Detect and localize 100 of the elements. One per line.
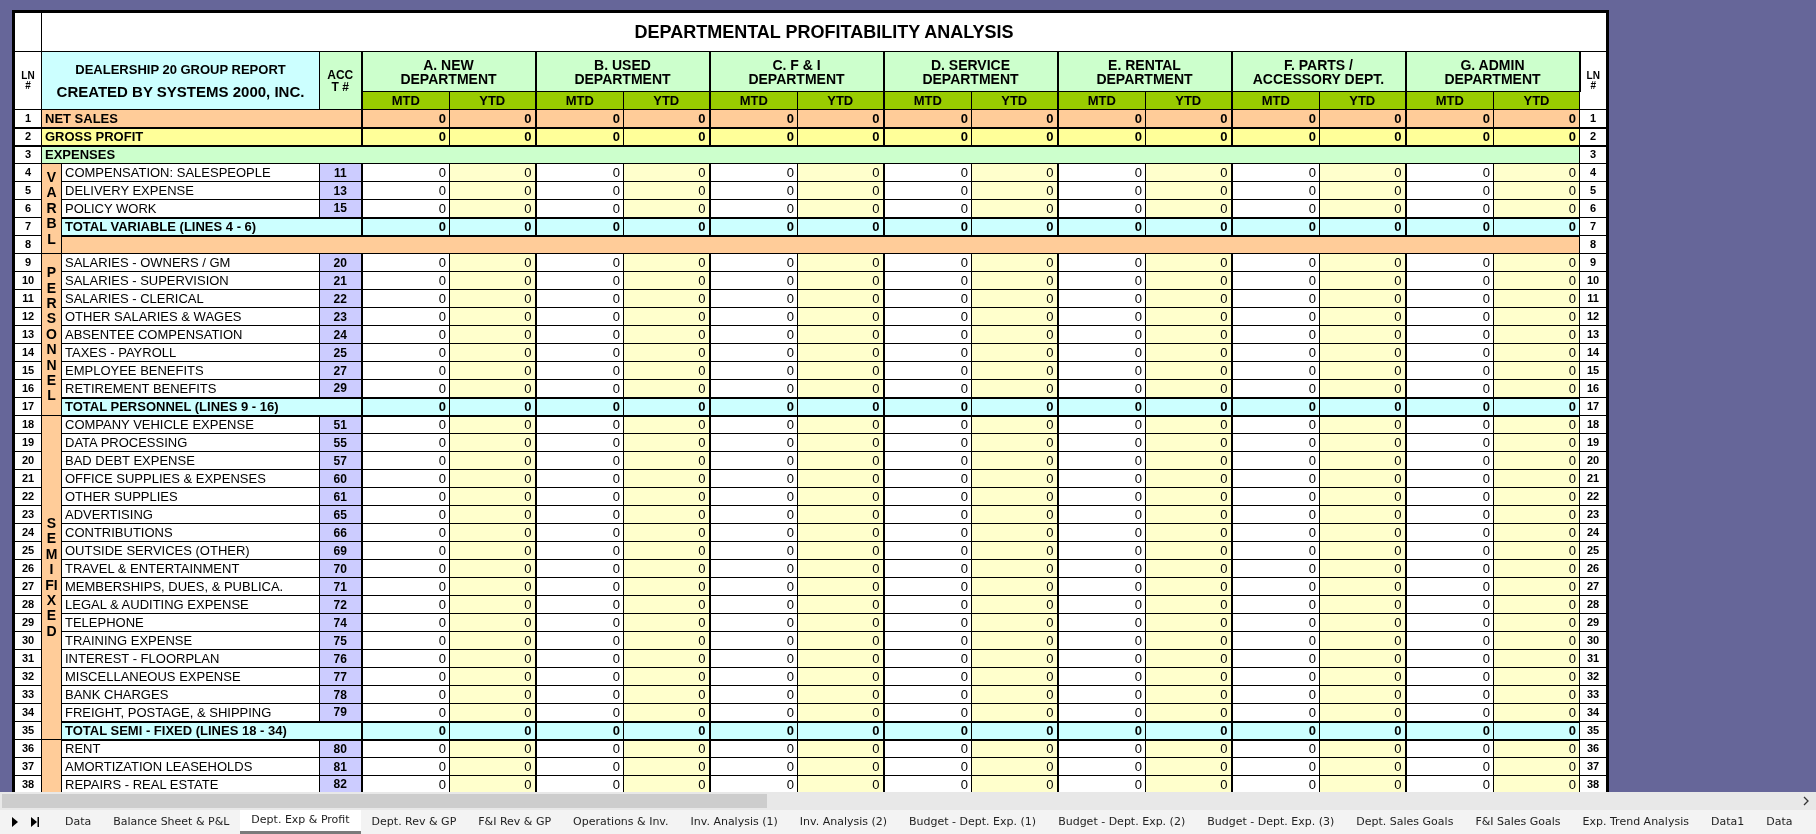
row-label: AMORTIZATION LEASEHOLDS [61, 757, 320, 776]
line-number: 25 [13, 541, 42, 560]
row-label: BANK CHARGES [61, 685, 320, 704]
department-heading: G. ADMIN DEPARTMENT [1405, 51, 1580, 92]
skip-end-icon[interactable] [30, 816, 40, 828]
sheet-tab[interactable]: Dept. Rev & GP [360, 810, 468, 834]
column-heading: LN # [1579, 51, 1608, 110]
value-cell: 0 [709, 721, 798, 740]
sheet-tab[interactable]: Data [54, 810, 103, 834]
row-label: COMPENSATION: SALESPEOPLE [61, 163, 320, 182]
line-number: 21 [13, 469, 42, 488]
line-number: 15 [13, 361, 42, 380]
value-cell: 0 [1231, 217, 1320, 236]
line-number: 28 [13, 595, 42, 614]
row-label: SALARIES - CLERICAL [61, 289, 320, 308]
value-cell: 0 [1319, 721, 1406, 740]
value-cell: 0 [449, 397, 536, 416]
chevron-right-icon[interactable] [1802, 796, 1810, 806]
value-cell: 0 [883, 397, 972, 416]
report-creator: CREATED BY SYSTEMS 2000, INC. [55, 83, 306, 99]
group-label: SEMI FIXED [44, 515, 59, 640]
sheet-tab[interactable]: Dept. Sales Goals [1345, 810, 1465, 834]
row-label: INTEREST - FLOORPLAN [61, 649, 320, 668]
sheet-tab[interactable]: Data [1755, 810, 1804, 834]
value-cell: 0 [1493, 397, 1580, 416]
row-label: ABSENTEE COMPENSATION [61, 325, 320, 344]
value-cell: 0 [709, 217, 798, 236]
row-label: ADVERTISING [61, 505, 320, 524]
column-heading: ACC T # [319, 51, 362, 110]
row-label: DATA PROCESSING [61, 433, 320, 452]
sheet-tab[interactable]: Dept. Exp & Profit [240, 810, 361, 834]
value-cell: 0 [1319, 217, 1406, 236]
line-number: 34 [13, 703, 42, 722]
line-number: 14 [13, 343, 42, 362]
line-number: 32 [13, 667, 42, 686]
value-cell: 0 [797, 721, 884, 740]
value-cell: 0 [1057, 217, 1146, 236]
sheet-tab[interactable]: Inv. Analysis (1) [679, 810, 789, 834]
sheet-tab[interactable]: Budget - Dept. Exp. (1) [898, 810, 1048, 834]
row-label: TRAVEL & ENTERTAINMENT [61, 559, 320, 578]
value-cell: 0 [1405, 217, 1494, 236]
value-cell: 0 [1405, 721, 1494, 740]
row-label: DELIVERY EXPENSE [61, 181, 320, 200]
sheet-tab[interactable]: Exp. Trend Analysis [1571, 810, 1700, 834]
line-number: 1 [13, 109, 42, 128]
line-number: 9 [13, 253, 42, 272]
value-cell: 0 [1145, 397, 1232, 416]
line-number: 36 [13, 739, 42, 758]
group-label: PERSONNEL [45, 265, 58, 404]
line-number: 35 [13, 721, 42, 740]
sheet-tab[interactable]: Budget - Dept. Exp. (3) [1196, 810, 1346, 834]
line-number: 29 [13, 613, 42, 632]
sheet-tab[interactable]: Balance Sheet & P&L [102, 810, 241, 834]
value-cell: 0 [971, 397, 1058, 416]
play-icon[interactable] [10, 816, 20, 828]
sheet-tab[interactable]: Budget - Dept. Exp. (2) [1047, 810, 1197, 834]
value-cell: 0 [449, 721, 536, 740]
line-number: 18 [13, 415, 42, 434]
row-label: OUTSIDE SERVICES (OTHER) [61, 541, 320, 560]
value-cell: 0 [1493, 721, 1580, 740]
row-label: SALARIES - OWNERS / GM [61, 253, 320, 272]
row-label: TRAINING EXPENSE [61, 631, 320, 650]
value-cell: 0 [361, 721, 450, 740]
value-cell: 0 [1319, 397, 1406, 416]
line-number: 19 [13, 433, 42, 452]
department-heading: C. F & I DEPARTMENT [709, 51, 884, 92]
row-label: CONTRIBUTIONS [61, 523, 320, 542]
value-cell: 0 [1057, 397, 1146, 416]
row-label: OFFICE SUPPLIES & EXPENSES [61, 469, 320, 488]
value-cell: 0 [449, 217, 536, 236]
line-number: 37 [13, 757, 42, 776]
value-cell: 0 [883, 721, 972, 740]
value-cell: 0 [971, 217, 1058, 236]
line-number: 7 [13, 217, 42, 236]
value-cell: 0 [1231, 397, 1320, 416]
total-label: TOTAL PERSONNEL (LINES 9 - 16) [61, 397, 362, 416]
row-label: MISCELLANEOUS EXPENSE [61, 667, 320, 686]
scrollbar-thumb[interactable] [2, 794, 767, 808]
value-cell: 0 [535, 721, 624, 740]
sheet-tab[interactable]: F&I Sales Goals [1464, 810, 1572, 834]
line-number: 27 [13, 577, 42, 596]
value-cell: 0 [709, 397, 798, 416]
total-label: TOTAL VARIABLE (LINES 4 - 6) [61, 217, 362, 236]
total-label: TOTAL SEMI - FIXED (LINES 18 - 34) [61, 721, 362, 740]
value-cell: 0 [971, 721, 1058, 740]
value-cell: 0 [361, 397, 450, 416]
department-heading: E. RENTAL DEPARTMENT [1057, 51, 1232, 92]
sheet-tab[interactable]: Inv. Analysis (2) [788, 810, 899, 834]
department-heading: A. NEW DEPARTMENT [361, 51, 536, 92]
line-number: 5 [13, 181, 42, 200]
sheet-tab[interactable]: Data1 [1699, 810, 1756, 834]
department-heading: F. PARTS / ACCESSORY DEPT. [1231, 51, 1406, 92]
value-cell: 0 [1231, 721, 1320, 740]
sheet-tab[interactable]: F&I Rev & GP [467, 810, 563, 834]
sheet-tab[interactable]: Operations & Inv. [562, 810, 680, 834]
value-cell: 0 [1493, 217, 1580, 236]
report-name: DEALERSHIP 20 GROUP REPORT [74, 62, 287, 76]
row-label: TAXES - PAYROLL [61, 343, 320, 362]
row-label: OTHER SUPPLIES [61, 487, 320, 506]
line-number: 12 [13, 307, 42, 326]
